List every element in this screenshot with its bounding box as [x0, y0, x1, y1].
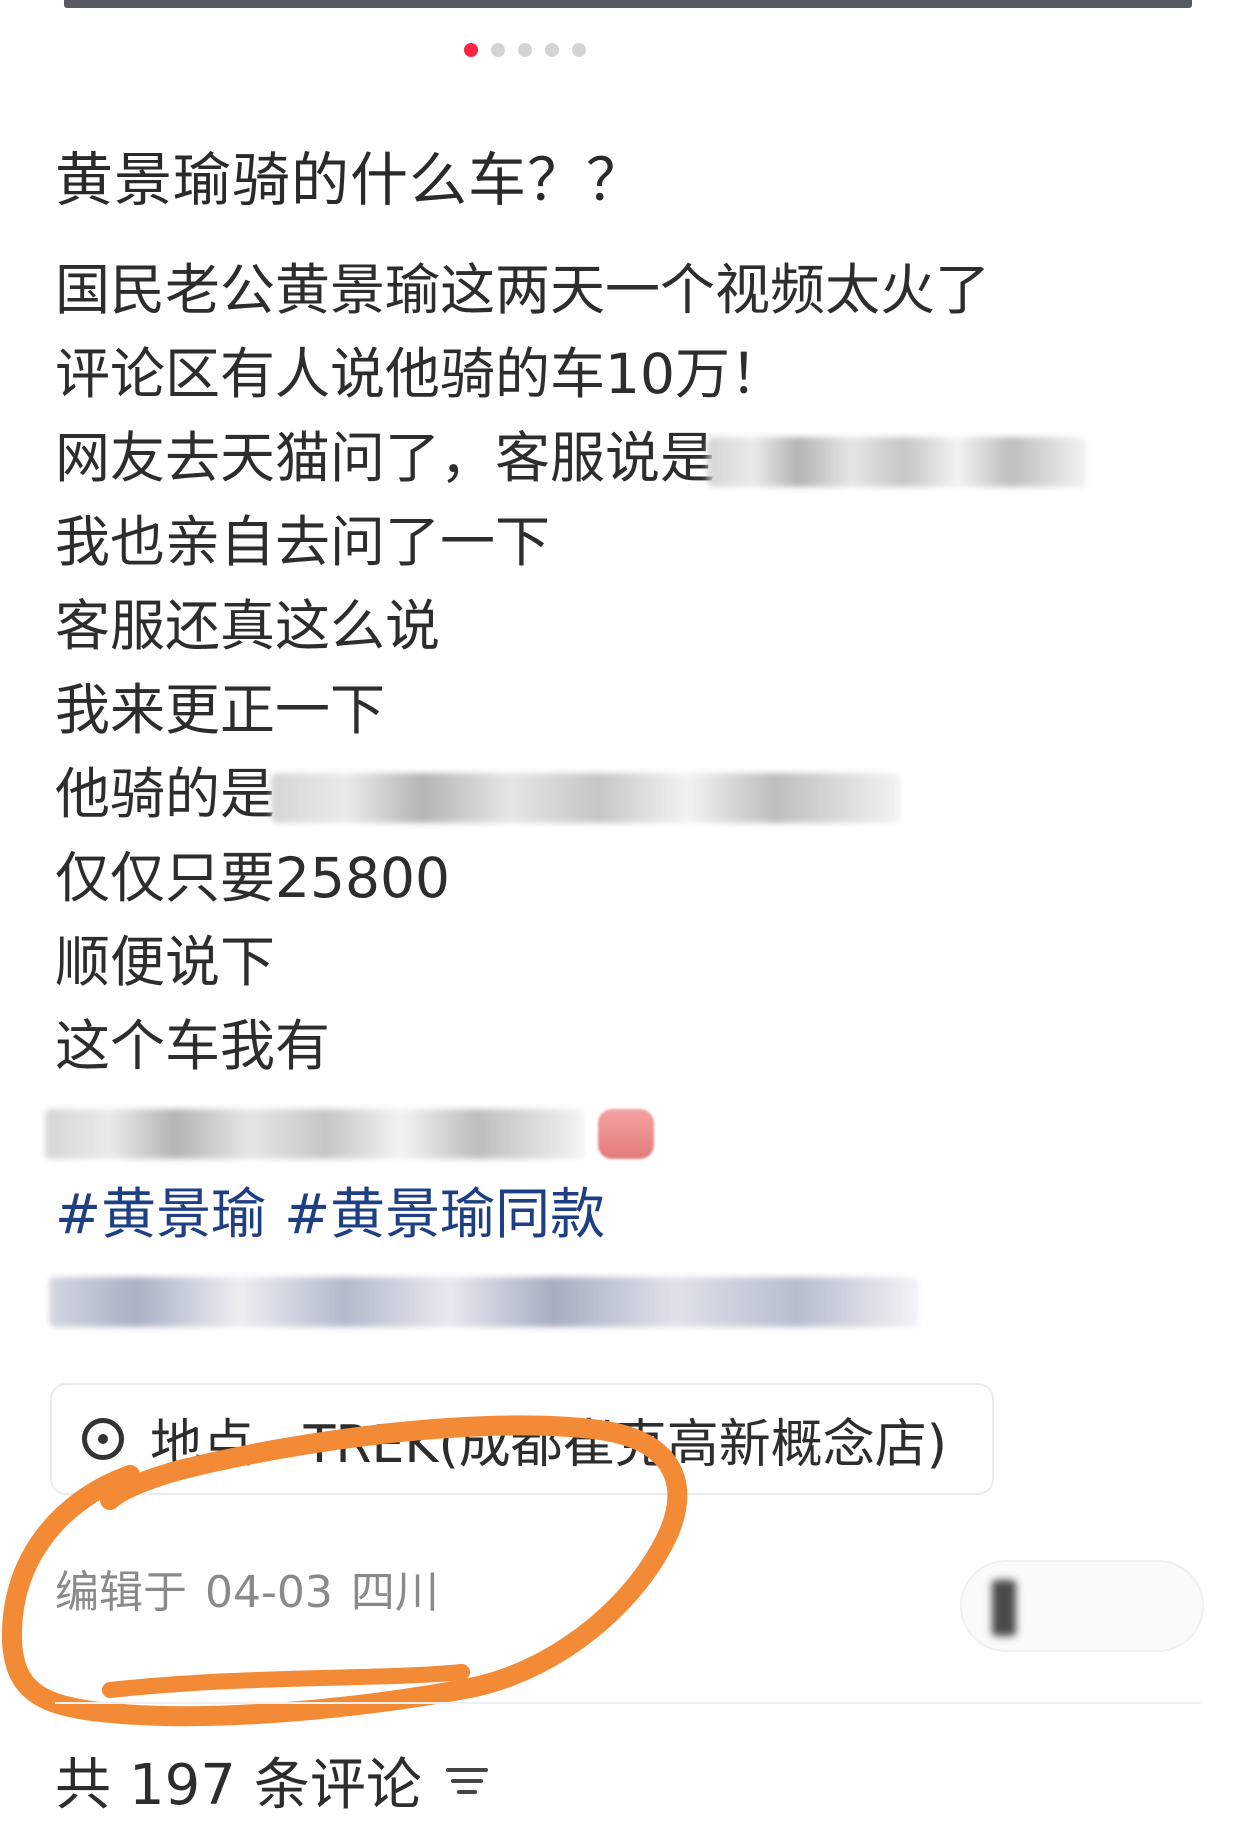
blurred-icon	[992, 1580, 1016, 1636]
section-divider	[55, 1702, 1201, 1704]
redacted-blur	[271, 772, 902, 823]
location-pin-icon	[82, 1418, 124, 1460]
hashtag-link[interactable]: #黄景瑜	[55, 1182, 266, 1246]
action-button-blurred[interactable]	[960, 1560, 1204, 1652]
carousel-dot-active	[464, 43, 478, 57]
carousel-dot	[491, 43, 505, 57]
post-line-text: 评论区有人说他骑的车10万！	[55, 342, 785, 406]
post-line: 评论区有人说他骑的车10万！	[55, 332, 1195, 416]
comments-prefix: 共	[55, 1753, 111, 1818]
post-image-bottom-edge[interactable]	[64, 0, 1192, 8]
location-text: 地点 · TREK(成都崔克高新概念店)	[150, 1414, 948, 1475]
post-line-text: 仅仅只要25800	[55, 846, 450, 910]
post-line-text: 网友去天猫问了，客服说是	[55, 426, 716, 490]
comments-header: 共 197 条评论	[55, 1740, 488, 1821]
post-line-text: 我来更正一下	[55, 678, 386, 742]
comments-count: 197	[129, 1753, 236, 1818]
post-line: 我来更正一下	[55, 668, 1195, 752]
post-line: 这个车我有	[55, 1004, 1195, 1088]
carousel-dot	[518, 43, 532, 57]
hashtag-link[interactable]: #黄景瑜同款	[284, 1182, 605, 1246]
post-line-text: 顺便说下	[55, 930, 276, 994]
carousel-indicator	[0, 43, 1153, 59]
post-line: 仅仅只要25800	[55, 836, 1195, 920]
post-edited-meta: 编辑于 04-03 四川	[55, 1556, 439, 1620]
edited-date: 04-03	[205, 1567, 333, 1618]
carousel-dot	[572, 43, 586, 57]
emoji-sticker	[598, 1108, 655, 1159]
post-line: 国民老公黄景瑜这两天一个视频太火了	[55, 248, 1195, 332]
edited-region: 四川	[350, 1567, 439, 1618]
redacted-blur	[707, 436, 1088, 487]
post-line: 我也亲自去问了一下	[55, 500, 1195, 584]
carousel-dot	[545, 43, 559, 57]
post-line-text: 这个车我有	[55, 1014, 331, 1078]
post-line: 网友去天猫问了，客服说是	[55, 416, 1195, 500]
post-line: 他骑的是	[55, 752, 1195, 836]
post-line	[49, 1256, 1195, 1340]
comments-count-label: 共 197 条评论	[55, 1740, 422, 1821]
post-line-text: 他骑的是	[55, 762, 276, 826]
post-line	[45, 1088, 1195, 1172]
filter-sort-icon[interactable]	[445, 1764, 488, 1798]
post-line-text: 客服还真这么说	[55, 594, 441, 658]
post-line: 顺便说下	[55, 920, 1195, 1004]
post-line-text: 国民老公黄景瑜这两天一个视频太火了	[55, 258, 991, 322]
post-body: 国民老公黄景瑜这两天一个视频太火了 评论区有人说他骑的车10万！ 网友去天猫问了…	[45, 248, 1195, 1340]
post-line: 客服还真这么说	[55, 584, 1195, 668]
location-tag[interactable]: 地点 · TREK(成都崔克高新概念店)	[50, 1383, 994, 1495]
edited-prefix: 编辑于	[55, 1567, 187, 1618]
redacted-hashtags-blur	[49, 1276, 919, 1327]
redacted-blur	[45, 1108, 585, 1159]
post-line-text: 我也亲自去问了一下	[55, 510, 551, 574]
comments-suffix: 条评论	[253, 1753, 422, 1818]
post-title: 黄景瑜骑的什么车？？	[55, 146, 646, 214]
hashtag-row: #黄景瑜 #黄景瑜同款	[55, 1172, 1195, 1256]
